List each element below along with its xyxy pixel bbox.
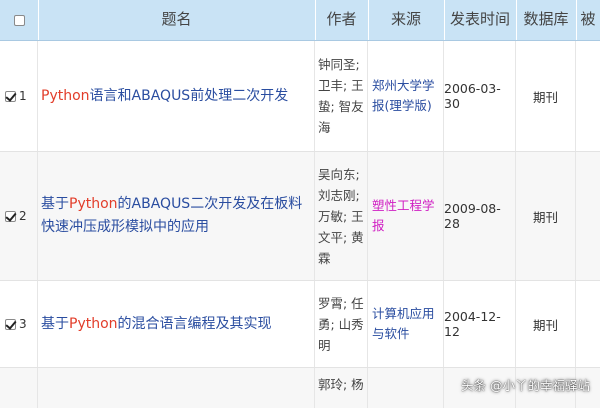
authors: 钟同圣; 卫丰; 王 蛰; 智友 海: [315, 41, 367, 151]
header-checkbox-cell: [0, 0, 39, 40]
header-database[interactable]: 数据库: [516, 0, 577, 40]
source-link[interactable]: 郑州大学学 报(理学版): [368, 41, 443, 151]
publish-date: 2006-03-30: [444, 81, 501, 111]
source-line: 计算机应用: [372, 306, 435, 321]
source-line: 郑州大学学: [372, 78, 435, 93]
author-line[interactable]: 卫丰; 王: [318, 75, 364, 96]
author-line[interactable]: 刘志刚;: [318, 185, 364, 206]
row-checkbox[interactable]: [5, 318, 16, 330]
author-line[interactable]: 吴向东;: [318, 164, 364, 185]
authors: 吴向东; 刘志刚; 万敏; 王 文平; 黄 霖: [315, 152, 367, 280]
title-text: 基于: [41, 196, 69, 212]
cited-cell: [576, 152, 600, 280]
table-header: 题名 作者 来源 发表时间 数据库 被: [0, 0, 600, 41]
source-link[interactable]: 塑性工程学 报: [368, 152, 443, 280]
watermark: 头条 @小丫的幸福驿站: [461, 378, 590, 393]
source-line: 报: [372, 218, 385, 233]
authors: 罗霄; 任 勇; 山秀 明: [315, 281, 367, 367]
authors: 郭玲; 杨: [315, 368, 367, 395]
author-line[interactable]: 钟同圣;: [318, 54, 364, 75]
header-author[interactable]: 作者: [315, 0, 369, 40]
table-row: 1 Python语言和ABAQUS前处理二次开发 钟同圣; 卫丰; 王 蛰; 智…: [0, 41, 600, 152]
author-line[interactable]: 勇; 山秀: [318, 314, 364, 335]
header-source[interactable]: 来源: [368, 0, 445, 40]
row-checkbox[interactable]: [5, 90, 16, 102]
article-title-link[interactable]: Python语言和ABAQUS前处理二次开发: [38, 41, 314, 151]
cited-cell: [576, 41, 600, 151]
table-row: 3 基于Python的混合语言编程及其实现 罗霄; 任 勇; 山秀 明 计算机应…: [0, 281, 600, 368]
source-link[interactable]: 计算机应用 与软件: [368, 281, 443, 367]
publish-date: 2004-12-12: [444, 309, 501, 339]
author-line[interactable]: 霖: [318, 248, 364, 269]
author-line[interactable]: 海: [318, 117, 364, 138]
source-line: 塑性工程学: [372, 198, 435, 213]
database-type: 期刊: [532, 209, 558, 225]
row-checkbox[interactable]: [5, 210, 16, 222]
author-line[interactable]: 蛰; 智友: [318, 96, 364, 117]
title-text: 基于: [41, 315, 69, 332]
row-number: 3: [19, 317, 27, 331]
database-type: 期刊: [532, 89, 558, 105]
author-line[interactable]: 明: [318, 335, 364, 356]
title-keyword: Python: [69, 196, 118, 212]
table-row: 2 基于Python的ABAQUS二次开发及在板料快速冲压成形模拟中的应用 吴向…: [0, 152, 600, 281]
source-line: 与软件: [372, 326, 410, 341]
header-cited[interactable]: 被: [576, 0, 600, 40]
source-line: 报(理学版): [372, 98, 432, 113]
article-title-link[interactable]: 基于Python的混合语言编程及其实现: [38, 281, 314, 367]
publish-date: 2009-08-28: [444, 201, 501, 231]
header-date[interactable]: 发表时间: [444, 0, 517, 40]
title-text: 的混合语言编程及其实现: [117, 315, 272, 332]
row-number: 2: [19, 209, 27, 223]
title-keyword: Python: [41, 87, 90, 104]
database-type: 期刊: [532, 317, 558, 333]
select-all-checkbox[interactable]: [13, 14, 25, 26]
header-title[interactable]: 题名: [38, 0, 316, 40]
title-text: 语言和ABAQUS前处理二次开发: [89, 87, 289, 104]
author-line[interactable]: 万敏; 王: [318, 206, 364, 227]
author-line[interactable]: 文平; 黄: [318, 227, 364, 248]
title-keyword: Python: [69, 315, 118, 332]
article-title-link[interactable]: 基于Python的ABAQUS二次开发及在板料快速冲压成形模拟中的应用: [38, 152, 314, 280]
row-number: 1: [19, 89, 27, 103]
author-line[interactable]: 罗霄; 任: [318, 293, 364, 314]
author-line[interactable]: 郭玲; 杨: [318, 374, 367, 395]
cited-cell: [576, 281, 600, 367]
